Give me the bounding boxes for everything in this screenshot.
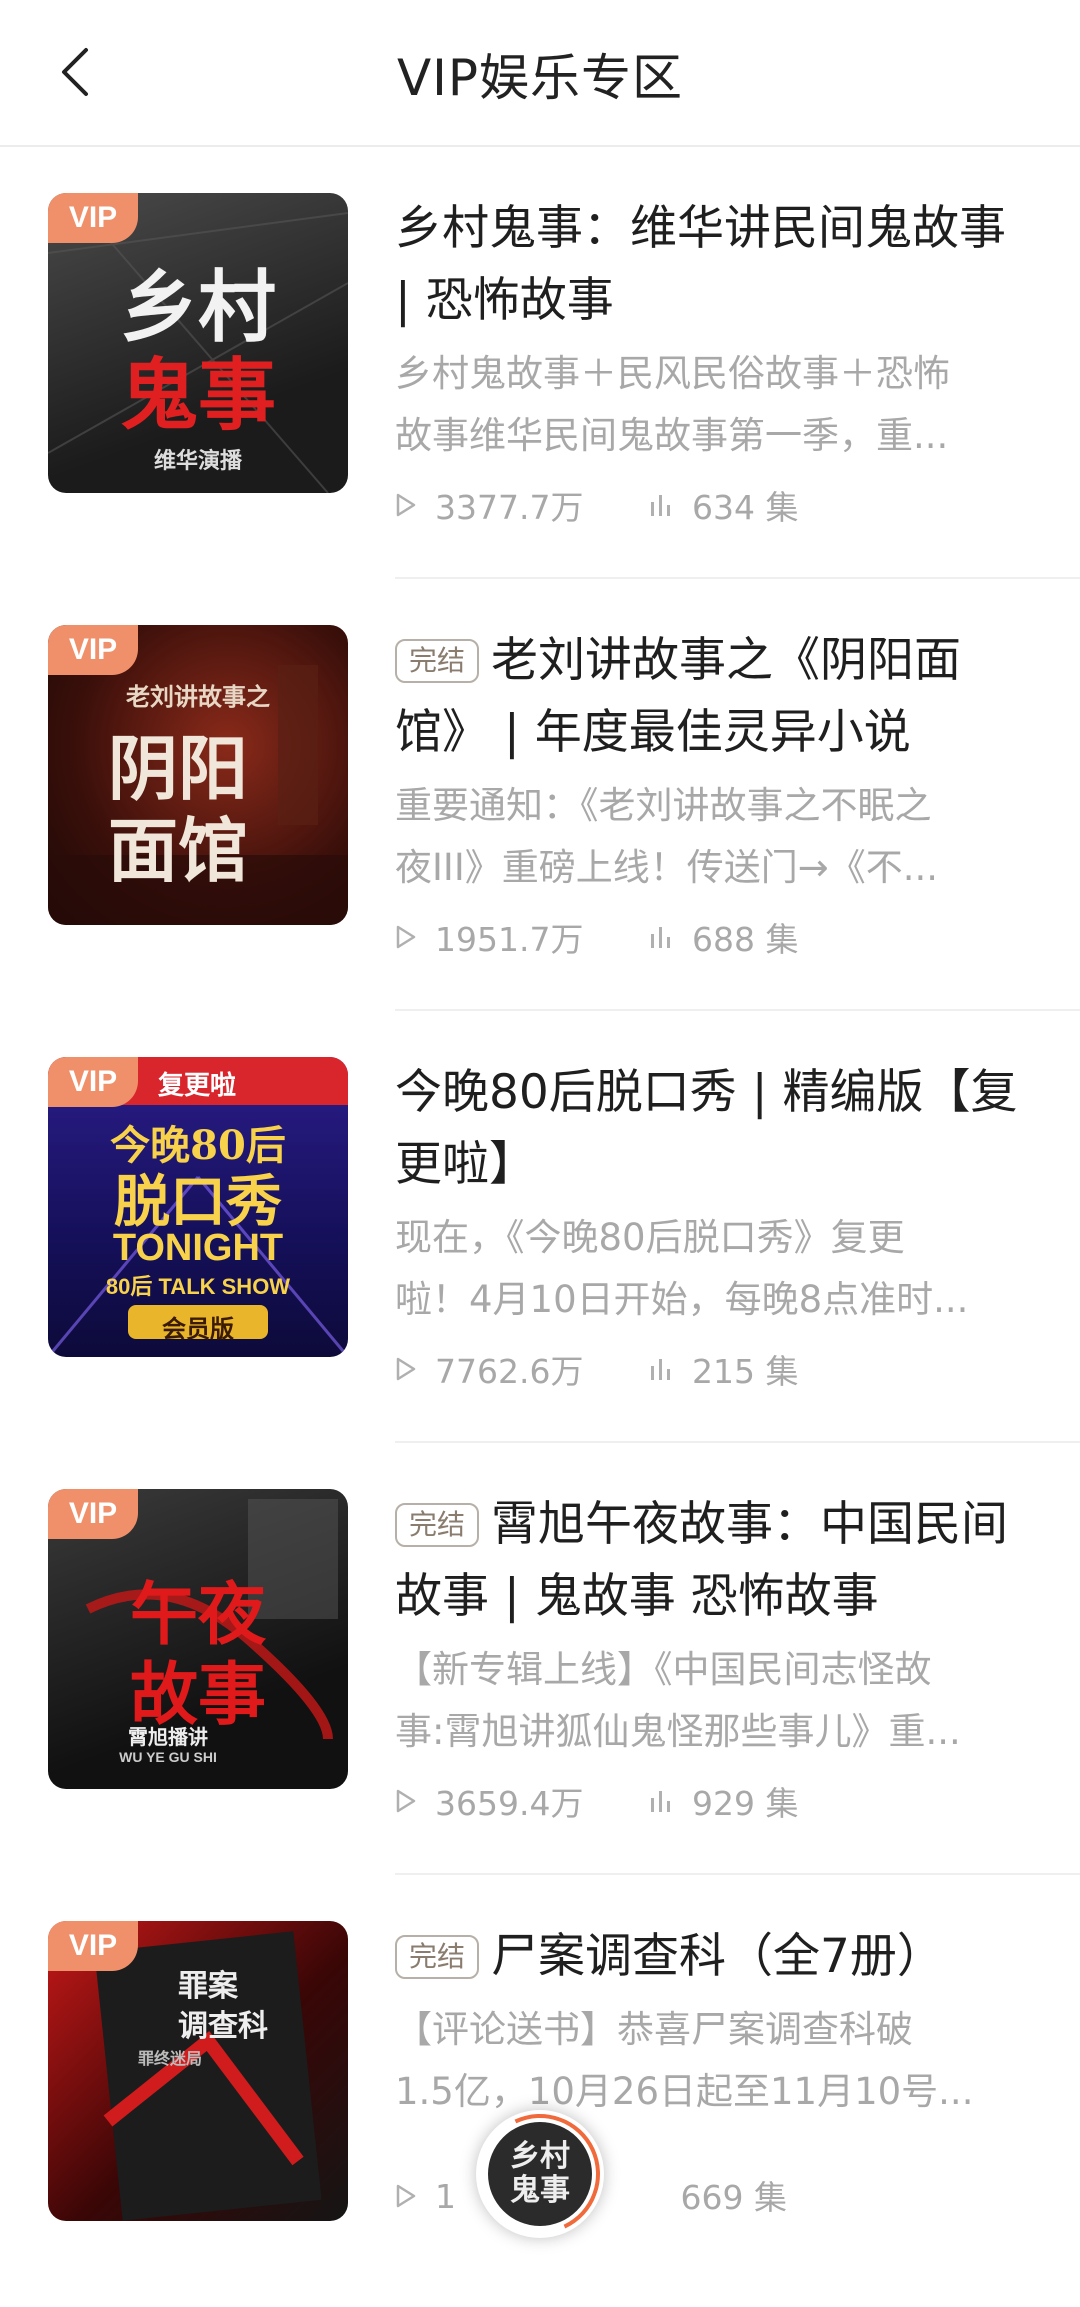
description-line: 【评论送书】恭喜尸案调查科破 (395, 2008, 913, 2051)
album-description: 重要通知：《老刘讲故事之不眠之 夜III》重磅上线！传送门→《不... (395, 775, 1035, 899)
cover-title-top: 罪案 (178, 1969, 238, 2004)
play-count: 1951.7万 (395, 913, 583, 961)
description-line: 乡村鬼故事＋民风民俗故事＋恐怖 (395, 352, 950, 395)
play-count-value: 3377.7万 (435, 488, 584, 527)
play-count-value: 3659.4万 (435, 1784, 584, 1823)
episode-count-value: 669 集 (680, 2178, 787, 2217)
page-title: VIP娱乐专区 (396, 49, 684, 107)
bars-icon (650, 495, 670, 516)
list-item[interactable]: 老刘讲故事之 阴阳 面馆 VIP 完结 老刘讲故事之《阴阳面馆》 | 年度最佳灵异… (0, 579, 1080, 1011)
description-line: 事:霄旭讲狐仙鬼怪那些事儿》重... (395, 1710, 961, 1753)
album-info: 完结 老刘讲故事之《阴阳面馆》 | 年度最佳灵异小说 重要通知：《老刘讲故事之不眠… (395, 625, 1035, 963)
episode-count-value: 215 集 (691, 1352, 799, 1391)
play-icon (396, 1357, 416, 1381)
cover-title-top: 老刘讲故事之 (126, 682, 270, 711)
cover-en-subtitle: 80后 TALK SHOW (105, 1274, 291, 1299)
description-line: 【新专辑上线】《中国民间志怪故 (395, 1648, 932, 1691)
album-stats: 3659.4万 929 集 (395, 1777, 1035, 1827)
vip-badge: VIP (48, 1057, 138, 1107)
album-cover[interactable]: 老刘讲故事之 阴阳 面馆 VIP (48, 625, 348, 925)
play-count: 1 (395, 2177, 456, 2216)
album-title[interactable]: 乡村鬼事：维华讲民间鬼故事 | 恐怖故事 (395, 193, 1035, 337)
album-info: 乡村鬼事：维华讲民间鬼故事 | 恐怖故事 乡村鬼故事＋民风民俗故事＋恐怖 故事维… (395, 193, 1035, 531)
list-item[interactable]: 乡村 鬼事 维华演播 VIP 乡村鬼事：维华讲民间鬼故事 | 恐怖故事 乡村鬼故… (0, 147, 1080, 579)
completed-badge: 完结 (395, 1503, 480, 1547)
album-description: 乡村鬼故事＋民风民俗故事＋恐怖 故事维华民间鬼故事第一季，重... (395, 343, 1035, 467)
cover-tag: 复更啦 (158, 1071, 237, 1101)
cover-title-bottom: 面馆 (108, 809, 248, 892)
play-count: 7762.6万 (395, 1345, 583, 1393)
list-item[interactable]: 复更啦 今晚80后 脱口秀 TONIGHT 80后 TALK SHOW 会员版 … (0, 1011, 1080, 1443)
album-list: 乡村 鬼事 维华演播 VIP 乡村鬼事：维华讲民间鬼故事 | 恐怖故事 乡村鬼故… (0, 147, 1080, 2307)
album-stats: 1951.7万 688 集 (395, 913, 1035, 963)
album-title[interactable]: 完结 老刘讲故事之《阴阳面馆》 | 年度最佳灵异小说 (395, 625, 1035, 769)
album-cover[interactable]: 罪案 调查科 罪终迷局 VIP (48, 1921, 348, 2221)
play-icon (396, 2184, 416, 2208)
cover-subtitle: 罪终迷局 (138, 2049, 203, 2068)
album-title-text: 乡村鬼事：维华讲民间鬼故事 | 恐怖故事 (395, 201, 1006, 328)
floating-player-button[interactable]: 乡村鬼事 (463, 2097, 617, 2251)
cover-subtitle: 会员版 (162, 1314, 234, 1343)
description-line: 故事维华民间鬼故事第一季，重... (395, 414, 949, 457)
play-count: 3659.4万 (395, 1777, 583, 1825)
description-line: 重要通知：《老刘讲故事之不眠之 (395, 784, 932, 827)
episode-count-value: 929 集 (691, 1784, 799, 1823)
album-info: 今晚80后脱口秀 | 精编版【复更啦】 现在，《今晚80后脱口秀》复更 啦！4月… (395, 1057, 1035, 1395)
album-info: 完结 霄旭午夜故事：中国民间故事 | 鬼故事 恐怖故事 【新专辑上线】《中国民间志… (395, 1489, 1035, 1827)
album-title-text: 尸案调查科（全7册） (491, 1929, 944, 1984)
album-title-text: 老刘讲故事之《阴阳面馆》 | 年度最佳灵异小说 (395, 633, 962, 760)
cover-title-bottom: 调查科 (178, 2009, 268, 2044)
vip-badge: VIP (48, 1921, 138, 1971)
episode-count: 669 集 (681, 2171, 787, 2219)
description-line: 现在，《今晚80后脱口秀》复更 (395, 1216, 905, 1259)
album-cover[interactable]: 复更啦 今晚80后 脱口秀 TONIGHT 80后 TALK SHOW 会员版 … (48, 1057, 348, 1357)
episode-count: 215 集 (648, 1345, 798, 1393)
vip-badge: VIP (48, 625, 138, 675)
album-title-text: 今晚80后脱口秀 | 精编版【复更啦】 (395, 1065, 1018, 1192)
cover-subtitle: 维华演播 (153, 448, 242, 474)
album-description: 现在，《今晚80后脱口秀》复更 啦！4月10日开始，每晚8点准时... (395, 1207, 1035, 1331)
bars-icon (650, 1791, 670, 1812)
cover-en-title: TONIGHT (112, 1227, 284, 1269)
album-stats: 7762.6万 215 集 (395, 1345, 1035, 1395)
vip-badge: VIP (48, 193, 138, 243)
album-title[interactable]: 完结 霄旭午夜故事：中国民间故事 | 鬼故事 恐怖故事 (395, 1489, 1035, 1633)
description-line: 啦！4月10日开始，每晚8点准时... (395, 1278, 969, 1321)
album-title-text: 霄旭午夜故事：中国民间故事 | 鬼故事 恐怖故事 (395, 1497, 1009, 1624)
play-icon (396, 493, 416, 517)
album-description: 【新专辑上线】《中国民间志怪故 事:霄旭讲狐仙鬼怪那些事儿》重... (395, 1639, 1035, 1763)
description-line: 1.5亿，10月26日起至11月10号... (395, 2070, 974, 2113)
cover-title-bottom: 鬼事 (119, 350, 276, 441)
play-count-value: 1951.7万 (435, 920, 584, 959)
play-count-value: 1 (435, 2176, 456, 2216)
play-icon (396, 925, 416, 949)
completed-badge: 完结 (395, 639, 480, 683)
episode-count: 688 集 (648, 913, 798, 961)
cover-subtitle: 霄旭播讲 (128, 1725, 208, 1749)
episode-count: 634 集 (648, 481, 798, 529)
episode-count-value: 634 集 (691, 488, 799, 527)
album-title[interactable]: 完结 尸案调查科（全7册） (395, 1921, 1035, 1993)
play-count: 3377.7万 (395, 481, 583, 529)
cover-en-subtitle: WU YE GU SHI (119, 1749, 217, 1765)
list-item[interactable]: 罪案 调查科 罪终迷局 VIP 完结 尸案调查科（全7册） 【评论送书】恭喜尸案调… (0, 1875, 1080, 2307)
episode-count: 929 集 (648, 1777, 798, 1825)
play-icon (396, 1789, 416, 1813)
description-line: 夜III》重磅上线！传送门→《不... (395, 846, 939, 889)
vip-badge: VIP (48, 1489, 138, 1539)
bars-icon (650, 927, 670, 948)
cover-title-mid: 脱口秀 (114, 1169, 282, 1235)
album-title[interactable]: 今晚80后脱口秀 | 精编版【复更啦】 (395, 1057, 1035, 1201)
header: VIP娱乐专区 (0, 0, 1080, 147)
bars-icon (650, 1359, 670, 1380)
episode-count-value: 688 集 (691, 920, 799, 959)
album-cover[interactable]: 乡村 鬼事 维华演播 VIP (48, 193, 348, 493)
album-stats: 3377.7万 634 集 (395, 481, 1035, 531)
album-description: 【评论送书】恭喜尸案调查科破 1.5亿，10月26日起至11月10号... (395, 1999, 1035, 2123)
album-cover[interactable]: 午夜 故事 霄旭播讲 WU YE GU SHI VIP (48, 1489, 348, 1789)
list-item[interactable]: 午夜 故事 霄旭播讲 WU YE GU SHI VIP 完结 霄旭午夜故事：中国民… (0, 1443, 1080, 1875)
play-count-value: 7762.6万 (435, 1352, 584, 1391)
completed-badge: 完结 (395, 1935, 480, 1979)
